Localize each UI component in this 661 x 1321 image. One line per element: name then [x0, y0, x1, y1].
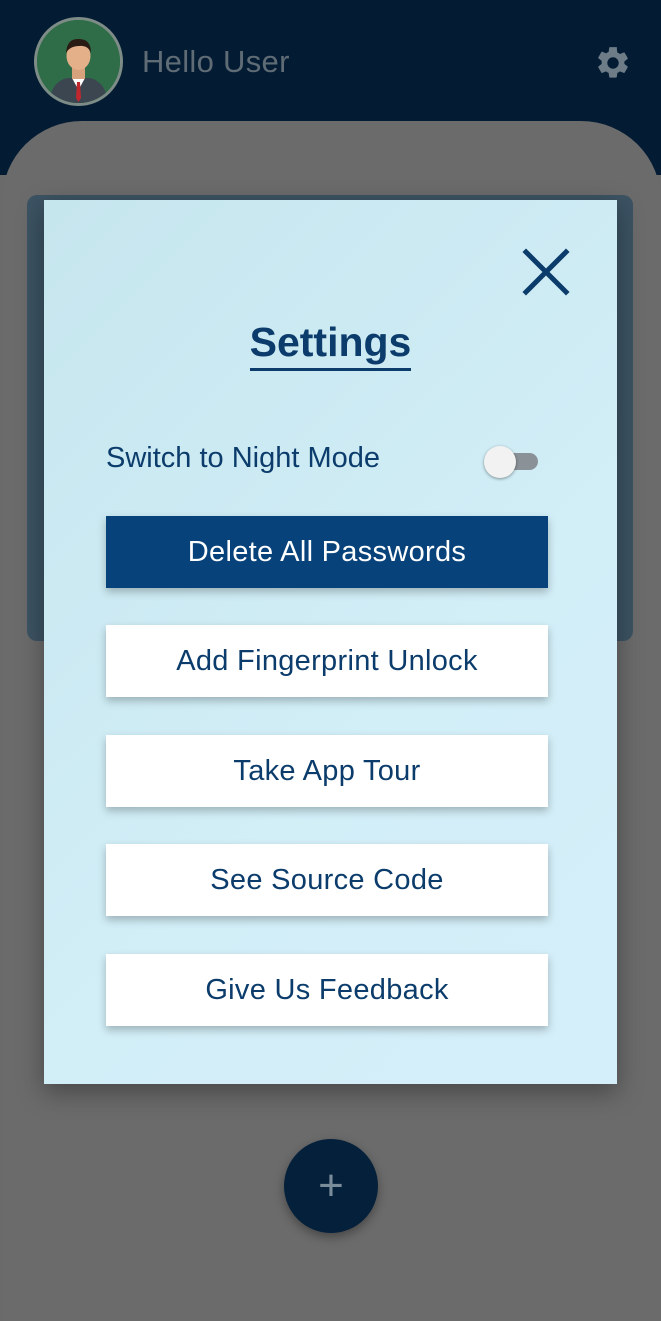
- gear-icon[interactable]: [594, 44, 632, 82]
- night-mode-label: Switch to Night Mode: [106, 442, 381, 474]
- plus-icon: +: [318, 1161, 344, 1210]
- see-source-code-button[interactable]: See Source Code: [106, 844, 548, 916]
- settings-dialog: Settings Switch to Night Mode Delete All…: [44, 200, 617, 1084]
- add-fingerprint-unlock-button[interactable]: Add Fingerprint Unlock: [106, 625, 548, 697]
- toggle-knob: [484, 446, 516, 478]
- add-button[interactable]: +: [284, 1139, 378, 1233]
- delete-all-passwords-button[interactable]: Delete All Passwords: [106, 516, 548, 588]
- dialog-title: Settings: [249, 318, 412, 371]
- night-mode-toggle[interactable]: [484, 446, 540, 478]
- take-app-tour-button[interactable]: Take App Tour: [106, 735, 548, 807]
- dialog-title-wrap: Settings: [44, 318, 617, 371]
- give-us-feedback-button[interactable]: Give Us Feedback: [106, 954, 548, 1026]
- avatar[interactable]: [34, 17, 123, 106]
- user-avatar-icon: [37, 20, 120, 103]
- greeting-text: Hello User: [142, 44, 290, 79]
- close-icon[interactable]: [522, 248, 570, 296]
